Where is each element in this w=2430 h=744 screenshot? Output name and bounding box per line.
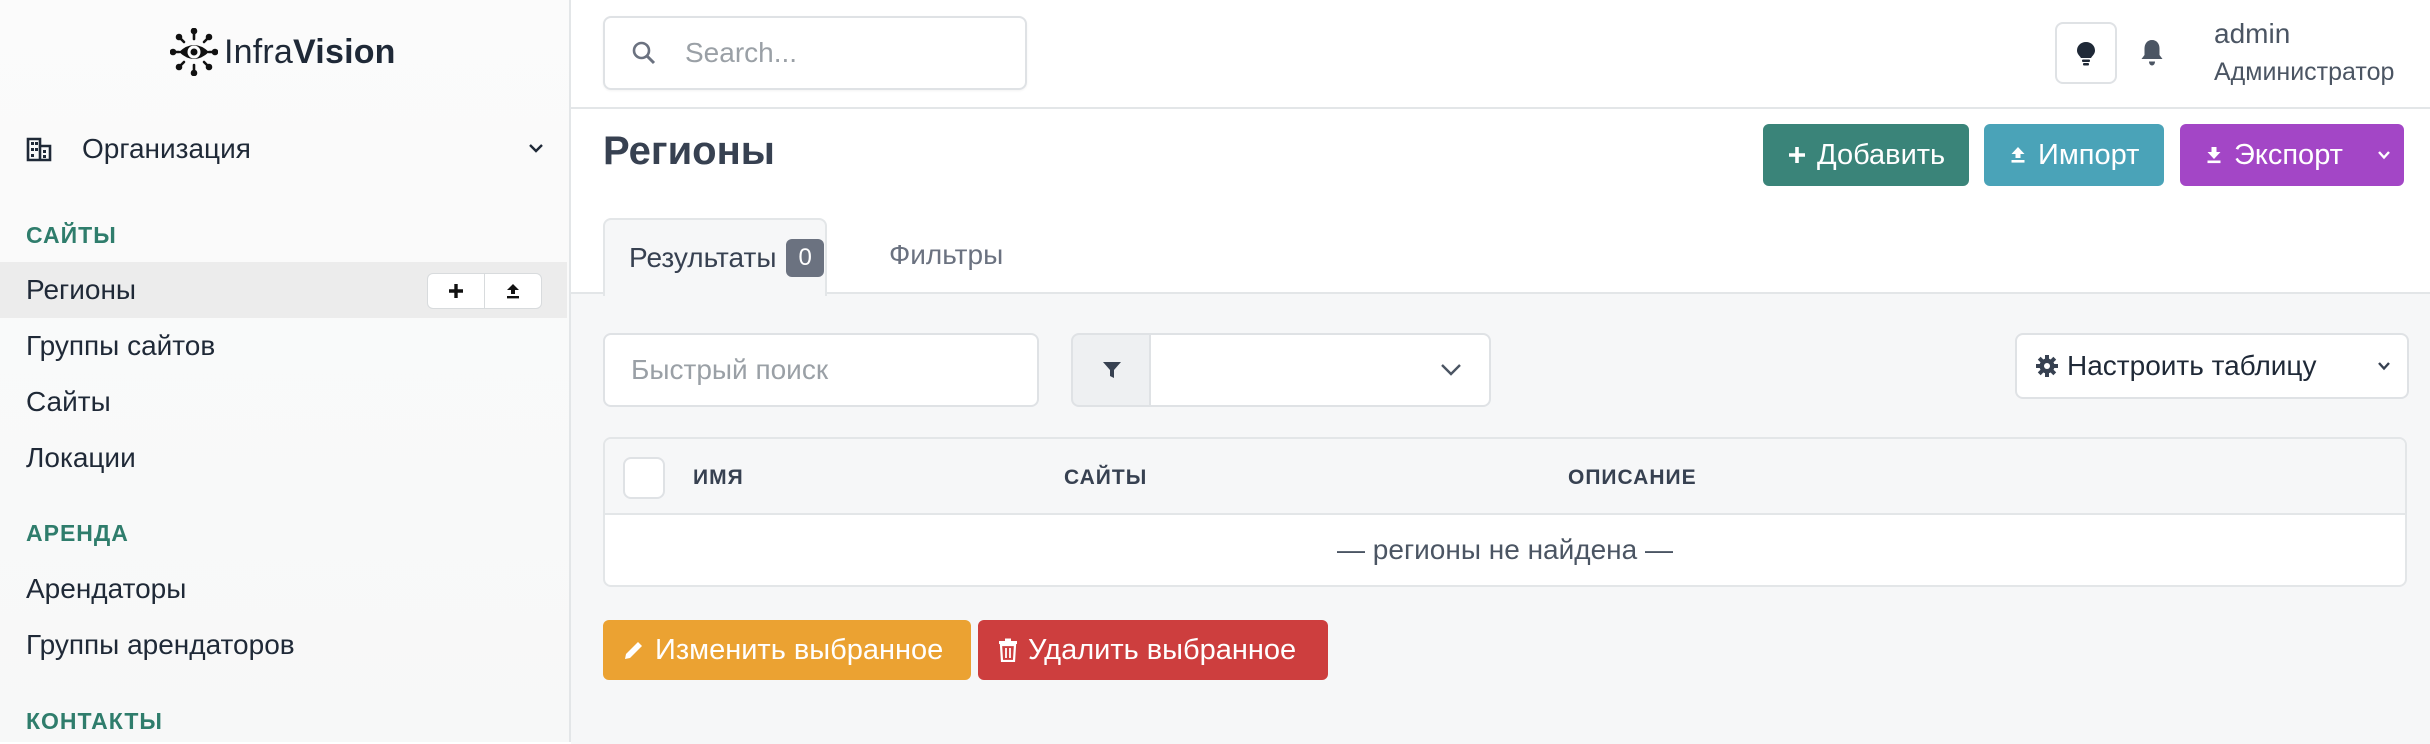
sidebar-item-regions[interactable]: Регионы — [0, 262, 567, 318]
add-button-label: Добавить — [1817, 138, 1946, 171]
regions-table: ИМЯ САЙТЫ ОПИСАНИЕ — регионы не найдена … — [603, 437, 2407, 587]
configure-table-label: Настроить таблицу — [2067, 350, 2317, 381]
building-icon — [26, 137, 52, 162]
results-count-badge: 0 — [786, 239, 824, 277]
column-header-name[interactable]: ИМЯ — [693, 466, 744, 490]
filter-button[interactable] — [1071, 333, 1153, 407]
trash-icon — [999, 638, 1017, 662]
plus-icon — [1789, 147, 1805, 163]
section-title-contacts: КОНТАКТЫ — [26, 708, 163, 734]
import-button[interactable]: Импорт — [1984, 124, 2164, 186]
pencil-icon — [625, 642, 642, 659]
main-content: Регионы Добавить Импорт Экспорт Результа… — [571, 109, 2430, 744]
eye-logo-icon — [170, 28, 218, 76]
tab-results[interactable]: Результаты 0 — [603, 218, 827, 296]
sidebar-item-label: Группы сайтов — [26, 330, 216, 361]
filter-icon — [1103, 362, 1121, 378]
app-logo[interactable]: InfraVision — [170, 22, 396, 82]
sidebar-item-label: Арендаторы — [26, 573, 187, 604]
bell-icon — [2141, 40, 2163, 66]
chevron-down-icon — [2378, 362, 2390, 371]
sidebar-item-locations[interactable]: Локации — [0, 430, 567, 486]
user-role: Администратор — [2214, 58, 2395, 86]
search-icon — [632, 41, 656, 65]
quick-search-input[interactable] — [629, 353, 1013, 387]
sidebar: InfraVision Организация САЙТЫ Регионы Гр… — [0, 0, 571, 742]
add-button[interactable]: Добавить — [1763, 124, 1969, 186]
empty-table-message: — регионы не найдена — — [1337, 534, 1673, 565]
sidebar-item-label: Группы арендаторов — [26, 629, 295, 660]
organization-label: Организация — [82, 133, 251, 164]
chevron-down-icon — [2378, 151, 2390, 160]
tab-results-label: Результаты — [629, 242, 777, 273]
configure-table-dropdown[interactable] — [2361, 333, 2409, 399]
export-button[interactable]: Экспорт — [2180, 124, 2404, 186]
sidebar-item-actions — [427, 273, 542, 309]
sidebar-item-sites[interactable]: Сайты — [0, 374, 567, 430]
download-icon — [2207, 147, 2221, 164]
upload-icon — [2011, 147, 2025, 163]
organization-menu[interactable]: Организация — [26, 126, 546, 172]
configure-table-button[interactable]: Настроить таблицу — [2015, 333, 2365, 399]
global-search[interactable] — [603, 16, 1027, 90]
edit-selected-button[interactable]: Изменить выбранное — [603, 620, 971, 680]
sidebar-item-label: Регионы — [26, 274, 137, 305]
user-name: admin — [2214, 18, 2291, 49]
column-header-description[interactable]: ОПИСАНИЕ — [1568, 466, 1697, 490]
search-input[interactable] — [683, 36, 1007, 70]
tab-filters[interactable]: Фильтры — [889, 239, 1003, 271]
top-bar: admin Администратор — [571, 0, 2430, 109]
import-button-label: Импорт — [2038, 138, 2140, 171]
add-region-button[interactable] — [428, 274, 484, 308]
table-header: ИМЯ САЙТЫ ОПИСАНИЕ — [605, 439, 2405, 515]
sidebar-item-tenants[interactable]: Арендаторы — [0, 561, 567, 617]
sidebar-item-site-groups[interactable]: Группы сайтов — [0, 318, 567, 374]
sidebar-item-label: Локации — [26, 442, 136, 473]
column-header-sites[interactable]: САЙТЫ — [1064, 466, 1147, 490]
section-title-sites: САЙТЫ — [26, 222, 117, 248]
page-title: Регионы — [603, 129, 775, 173]
export-dropdown-toggle[interactable] — [2364, 124, 2404, 186]
notifications-button[interactable] — [2139, 37, 2165, 72]
sidebar-item-tenant-groups[interactable]: Группы арендаторов — [0, 617, 567, 673]
chevron-down-icon — [529, 144, 543, 153]
select-all-checkbox[interactable] — [623, 457, 665, 499]
import-region-button[interactable] — [484, 274, 541, 308]
upload-icon — [507, 284, 519, 299]
user-menu[interactable]: admin Администратор — [2214, 18, 2394, 87]
export-button-label: Экспорт — [2234, 138, 2343, 171]
plus-icon — [449, 284, 463, 298]
brand-name: InfraVision — [224, 32, 396, 71]
chevron-down-icon — [1441, 364, 1461, 376]
section-title-tenancy: АРЕНДА — [26, 520, 129, 546]
filter-select[interactable] — [1149, 333, 1491, 407]
edit-selected-label: Изменить выбранное — [655, 633, 944, 666]
lightbulb-icon — [2077, 42, 2095, 66]
sidebar-item-label: Сайты — [26, 386, 111, 417]
quick-search[interactable] — [603, 333, 1039, 407]
delete-selected-button[interactable]: Удалить выбранное — [978, 620, 1328, 680]
delete-selected-label: Удалить выбранное — [1028, 633, 1297, 666]
gear-icon — [2036, 355, 2058, 377]
theme-toggle-button[interactable] — [2055, 22, 2117, 84]
